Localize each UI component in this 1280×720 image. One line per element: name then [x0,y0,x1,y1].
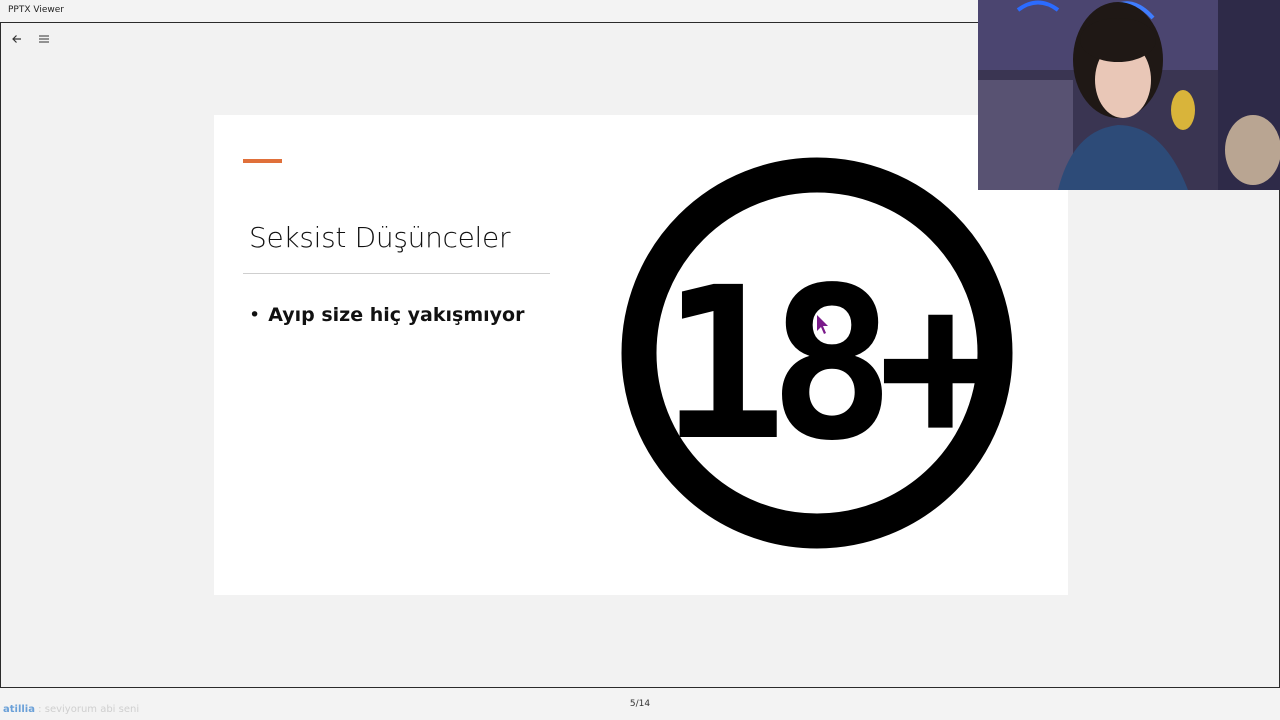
chat-separator: : [35,704,45,715]
age-graphic-text: 18+ [660,242,997,487]
page-indicator: 5/14 [629,699,651,709]
slide: Seksist Düşünceler • Ayıp size hiç yakış… [214,115,1068,595]
bullet-item: • Ayıp size hiç yakışmıyor [249,304,524,326]
bullet-dot: • [249,304,261,326]
age-restriction-18-plus-icon: 18+ [621,157,1013,549]
menu-button[interactable] [33,30,55,48]
app-title: PPTX Viewer [8,5,64,15]
accent-bar [243,159,282,163]
chat-username: atillia [3,704,35,715]
webcam-overlay [978,0,1280,190]
chat-overlay: atillia : seviyorum abi seni [3,704,139,715]
bottom-bar: 5/14 atillia : seviyorum abi seni [0,688,1280,720]
webcam-image [978,0,1280,190]
title-divider [243,273,550,274]
bullet-text: Ayıp size hiç yakışmıyor [268,304,525,326]
slide-title: Seksist Düşünceler [249,221,511,254]
back-button[interactable] [6,30,28,48]
hamburger-menu-icon [39,35,49,43]
arrow-left-icon [12,35,21,43]
chat-message: seviyorum abi seni [44,704,140,715]
